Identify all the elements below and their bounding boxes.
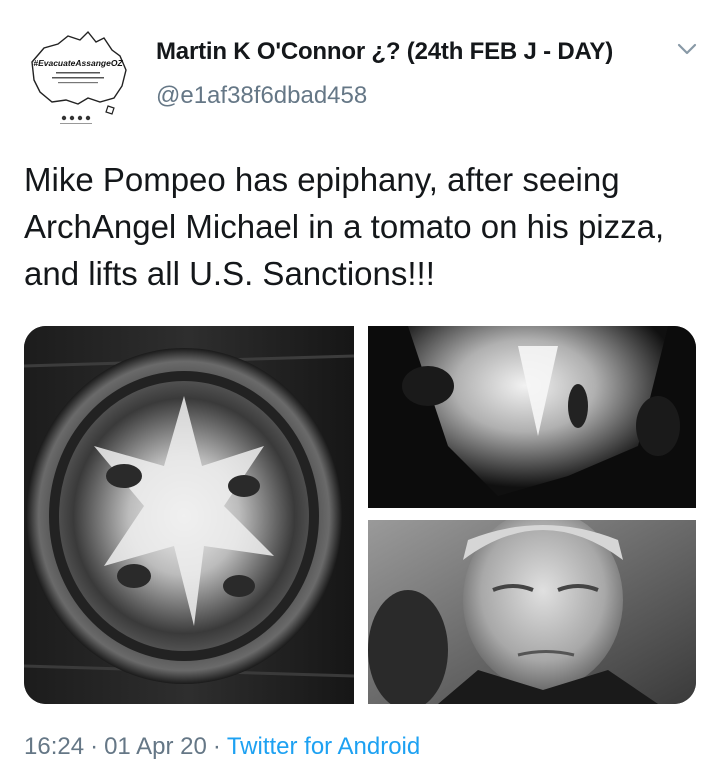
media-image-tomato[interactable] — [24, 326, 354, 704]
display-name[interactable]: Martin K O'Connor ¿? (24th FEB J - DAY) — [156, 38, 613, 66]
tweet-text: Mike Pompeo has epiphany, after seeing A… — [24, 161, 665, 292]
chevron-down-icon — [677, 43, 697, 55]
tweet-source-link[interactable]: Twitter for Android — [227, 733, 420, 760]
media-image-portrait[interactable] — [368, 520, 696, 704]
tweet-time[interactable]: 16:24 — [24, 733, 84, 760]
tweet-date[interactable]: 01 Apr 20 — [104, 733, 207, 760]
meta-separator: · — [212, 733, 221, 760]
tomato-image — [24, 326, 354, 704]
more-options-button[interactable] — [672, 34, 702, 64]
tomato-detail-image — [368, 326, 696, 508]
media-image-tomato-detail[interactable] — [368, 326, 696, 508]
tweet-meta: 16:24 · 01 Apr 20 · Twitter for Android — [24, 733, 420, 761]
meta-separator: · — [90, 733, 99, 760]
portrait-image — [368, 520, 696, 704]
user-handle[interactable]: @e1af38f6dbad458 — [156, 82, 367, 110]
svg-text:#EvacuateAssangeOZ: #EvacuateAssangeOZ — [33, 58, 123, 68]
australia-map-icon: #EvacuateAssangeOZ — [31, 30, 127, 124]
avatar[interactable]: #EvacuateAssangeOZ — [22, 22, 134, 134]
